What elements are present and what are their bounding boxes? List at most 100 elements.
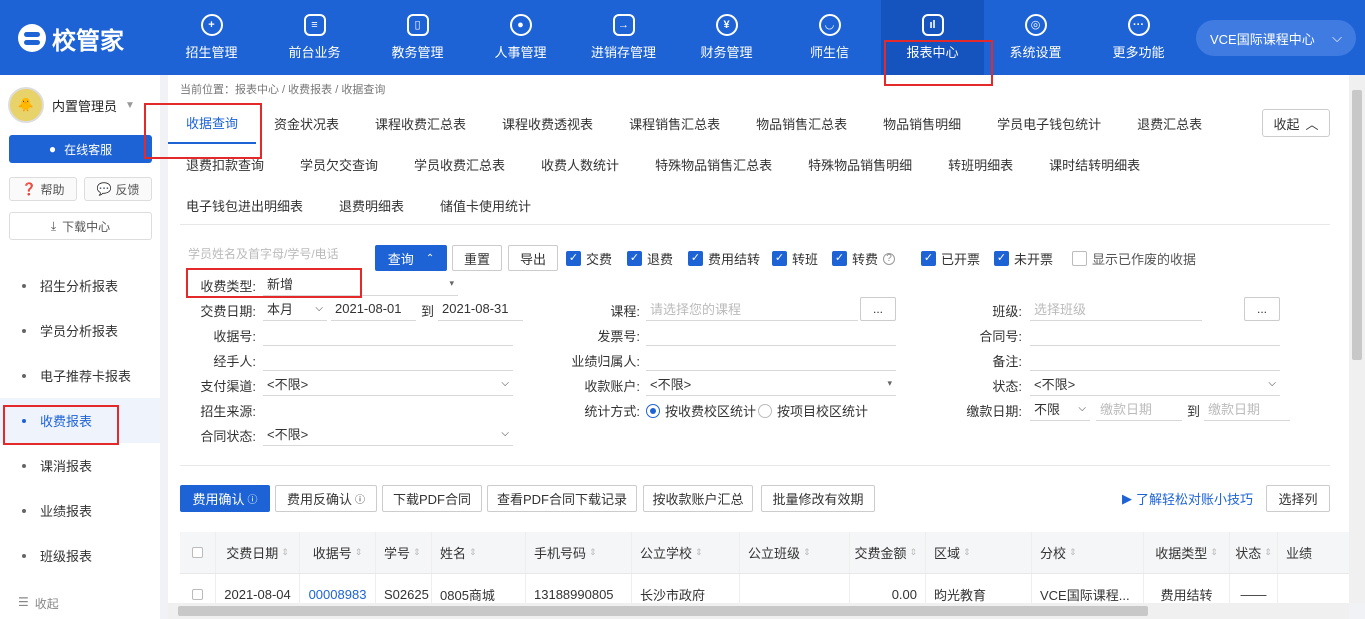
date-from-input[interactable]: 2021-08-01 xyxy=(331,297,416,321)
tab-student-fee-summary[interactable]: 学员收费汇总表 xyxy=(396,144,523,185)
tab-goods-sales-detail[interactable]: 物品销售明细 xyxy=(865,103,979,144)
vertical-scrollbar[interactable] xyxy=(1349,75,1365,603)
tab-stored-card[interactable]: 储值卡使用统计 xyxy=(422,185,549,226)
col-amount[interactable]: 交费金额 ⇕ xyxy=(850,532,926,573)
col-name[interactable]: 姓名 ⇕ xyxy=(432,532,526,573)
tab-student-arrears[interactable]: 学员欠交查询 xyxy=(282,144,396,185)
invoice-no-input[interactable] xyxy=(646,322,896,346)
feedback-button[interactable]: 💬 反馈 xyxy=(84,177,152,201)
nav-academic[interactable]: ▯ 教务管理 xyxy=(366,0,469,75)
batch-validity-button[interactable]: 批量修改有效期 xyxy=(761,485,875,512)
fold-tabs-button[interactable]: 收起 ︿ xyxy=(1262,109,1330,137)
receipt-no-input[interactable] xyxy=(263,322,513,346)
nav-recruit[interactable]: + 招生管理 xyxy=(160,0,263,75)
tab-receipt-query[interactable]: 收据查询 xyxy=(168,103,257,144)
tab-special-goods-detail[interactable]: 特殊物品销售明细 xyxy=(790,144,930,185)
tab-wallet-stats[interactable]: 学员电子钱包统计 xyxy=(979,103,1119,144)
tab-course-fee-summary[interactable]: 课程收费汇总表 xyxy=(357,103,484,144)
tab-wallet-flow[interactable]: 电子钱包进出明细表 xyxy=(168,185,321,226)
class-picker-button[interactable]: ... xyxy=(1244,297,1280,321)
course-input[interactable]: 请选择您的课程 xyxy=(646,297,858,321)
nav-inventory[interactable]: → 进销存管理 xyxy=(572,0,675,75)
nav-messenger[interactable]: ◡ 师生信 xyxy=(778,0,881,75)
student-search-input[interactable]: 学员姓名及首字母/学号/电话 xyxy=(188,245,373,262)
status-select[interactable]: <不限> ⌵ xyxy=(1030,372,1280,396)
stat-by-project-campus[interactable]: 按项目校区统计 xyxy=(758,401,868,420)
scroll-thumb[interactable] xyxy=(1352,90,1362,360)
tab-refund-summary[interactable]: 退费汇总表 xyxy=(1119,103,1220,144)
nav-settings[interactable]: ◎ 系统设置 xyxy=(984,0,1087,75)
nav-report-center[interactable]: ıl 报表中心 xyxy=(881,0,984,75)
menu-item-referral-card[interactable]: 电子推荐卡报表 xyxy=(0,353,160,398)
summary-by-account-button[interactable]: 按收款账户汇总 xyxy=(643,485,753,512)
col-receipt-no[interactable]: 收据号 ⇕ xyxy=(300,532,376,573)
select-columns-button[interactable]: 选择列 xyxy=(1266,485,1330,512)
stat-by-fee-campus[interactable]: 按收费校区统计 xyxy=(646,401,756,420)
menu-item-fee-report[interactable]: 收费报表 xyxy=(0,398,160,443)
tab-fund-status[interactable]: 资金状况表 xyxy=(256,103,357,144)
nav-front-desk[interactable]: ≡ 前台业务 xyxy=(263,0,366,75)
tab-special-goods-summary[interactable]: 特殊物品销售汇总表 xyxy=(637,144,790,185)
contract-no-input[interactable] xyxy=(1030,322,1280,346)
help-circle-icon[interactable]: ? xyxy=(883,252,896,265)
fee-confirm-button[interactable]: 费用确认 ⓘ xyxy=(180,485,270,512)
tab-hours-carryover[interactable]: 课时结转明细表 xyxy=(1031,144,1158,185)
pdf-download-log-button[interactable]: 查看PDF合同下载记录 xyxy=(487,485,637,512)
reset-button[interactable]: 重置 xyxy=(452,245,502,271)
col-branch[interactable]: 分校 ⇕ xyxy=(1032,532,1144,573)
tab-goods-sales-summary[interactable]: 物品销售汇总表 xyxy=(738,103,865,144)
row-checkbox[interactable] xyxy=(180,574,216,603)
tab-transfer-detail[interactable]: 转班明细表 xyxy=(930,144,1031,185)
nav-hr[interactable]: ● 人事管理 xyxy=(469,0,572,75)
user-menu[interactable]: 🐥 内置管理员 ▼ xyxy=(8,87,135,123)
export-button[interactable]: 导出 xyxy=(508,245,558,271)
menu-item-lesson-report[interactable]: 课消报表 xyxy=(0,443,160,488)
pay-date-from-input[interactable]: 缴款日期 xyxy=(1096,397,1182,421)
brand-logo[interactable]: 校管家 xyxy=(18,22,124,55)
online-service-button[interactable]: ● 在线客服 xyxy=(9,135,152,163)
tab-refund-deduction[interactable]: 退费扣款查询 xyxy=(168,144,282,185)
scroll-thumb[interactable] xyxy=(178,606,1148,616)
check-refund[interactable]: ✓ 退费 xyxy=(627,249,673,268)
class-input[interactable]: 选择班级 xyxy=(1030,297,1202,321)
remark-input[interactable] xyxy=(1030,347,1280,371)
table-row[interactable]: 2021-08-04 00008983 S02625 0805商城 131889… xyxy=(180,574,1349,603)
check-invoiced[interactable]: ✓ 已开票 xyxy=(921,249,980,268)
tab-course-sales-summary[interactable]: 课程销售汇总表 xyxy=(611,103,738,144)
handler-input[interactable] xyxy=(263,347,513,371)
horizontal-scrollbar[interactable] xyxy=(168,603,1349,619)
reconcile-tips-link[interactable]: ▶ 了解轻松对账小技巧 xyxy=(1122,489,1253,508)
download-pdf-contract-button[interactable]: 下载PDF合同 xyxy=(382,485,482,512)
pay-date-range-select[interactable]: 不限 ⌵ xyxy=(1030,397,1090,421)
help-button[interactable]: ❓ 帮助 xyxy=(9,177,77,201)
check-payment[interactable]: ✓ 交费 xyxy=(566,249,612,268)
course-picker-button[interactable]: ... xyxy=(860,297,896,321)
sidebar-collapse-button[interactable]: ☰ 收起 xyxy=(18,595,59,612)
menu-item-recruit-analysis[interactable]: 招生分析报表 xyxy=(0,263,160,308)
col-region[interactable]: 区域 ⇕ xyxy=(926,532,1032,573)
col-phone[interactable]: 手机号码 ⇕ xyxy=(526,532,632,573)
download-center-button[interactable]: ⤓ 下载中心 xyxy=(9,212,152,240)
col-public-class[interactable]: 公立班级 ⇕ xyxy=(740,532,850,573)
date-to-input[interactable]: 2021-08-31 xyxy=(438,297,523,321)
menu-item-performance-report[interactable]: 业绩报表 xyxy=(0,488,160,533)
pay-date-to-input[interactable]: 缴款日期 xyxy=(1204,397,1290,421)
check-not-invoiced[interactable]: ✓ 未开票 xyxy=(994,249,1053,268)
source-input[interactable] xyxy=(263,397,513,421)
check-show-void[interactable]: 显示已作废的收据 xyxy=(1072,249,1196,268)
fee-type-select[interactable]: 新增 ▾ xyxy=(263,272,458,296)
tab-payer-count[interactable]: 收费人数统计 xyxy=(523,144,637,185)
check-fee-carryover[interactable]: ✓ 费用结转 xyxy=(688,249,760,268)
query-button[interactable]: 查询 ⌃ xyxy=(375,245,447,271)
account-select[interactable]: <不限> ▾ xyxy=(646,372,896,396)
contract-status-select[interactable]: <不限> ⌵ xyxy=(263,422,513,446)
check-class-transfer[interactable]: ✓ 转班 xyxy=(772,249,818,268)
menu-item-class-report[interactable]: 班级报表 xyxy=(0,533,160,578)
menu-item-student-analysis[interactable]: 学员分析报表 xyxy=(0,308,160,353)
cell-receipt-no-link[interactable]: 00008983 xyxy=(300,574,376,603)
date-range-select[interactable]: 本月 ⌵ xyxy=(263,297,327,321)
pay-channel-select[interactable]: <不限> ⌵ xyxy=(263,372,513,396)
col-pay-date[interactable]: 交费日期 ⇕ xyxy=(216,532,300,573)
org-selector[interactable]: VCE国际课程中心 ⌵ xyxy=(1196,20,1356,56)
owner-input[interactable] xyxy=(646,347,896,371)
